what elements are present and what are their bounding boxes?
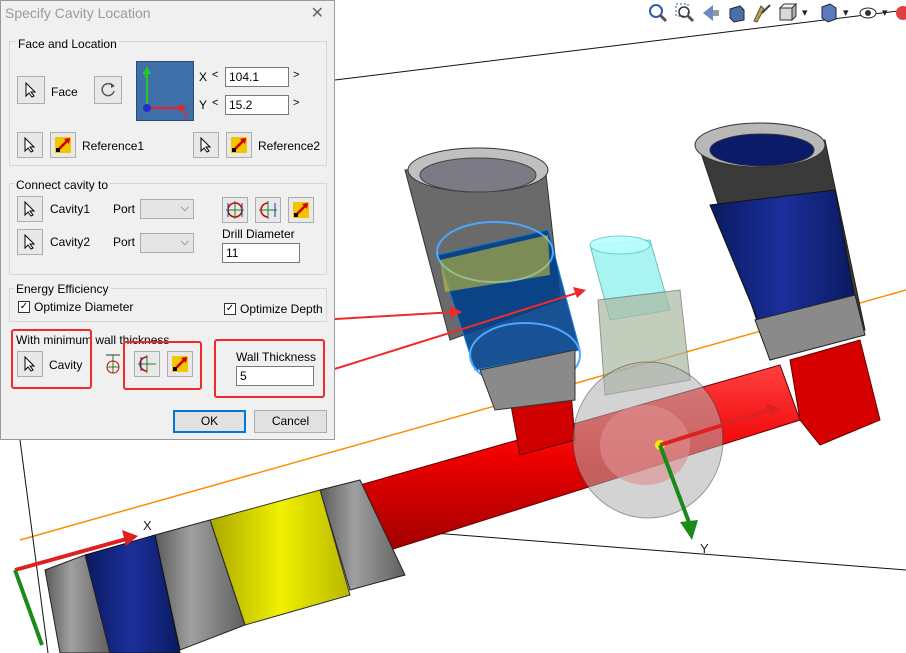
y-increment-arrow-icon[interactable]: >: [293, 97, 299, 109]
drill-half-cross-icon: [259, 201, 277, 219]
chevron-down-icon: ⌵: [180, 202, 189, 214]
cursor-arrow-icon: [24, 234, 36, 250]
cancel-button[interactable]: Cancel: [254, 410, 327, 433]
select-cavity2-button[interactable]: [17, 229, 43, 255]
reference2-label: Reference2: [258, 139, 321, 153]
select-cavity1-button[interactable]: [17, 196, 43, 222]
cursor-arrow-icon: [24, 201, 36, 217]
drill-option1-button[interactable]: [222, 197, 248, 223]
port2-select[interactable]: ⌵: [140, 233, 194, 253]
svg-text:Y: Y: [142, 70, 148, 80]
close-icon[interactable]: ✕: [311, 3, 324, 23]
x-decrement-arrow-icon[interactable]: <: [212, 69, 218, 81]
left-axis-x-label: X: [143, 518, 152, 533]
highlight-cavity-box: [11, 329, 92, 389]
y-label: Y: [199, 98, 208, 112]
zoom-fit-icon[interactable]: [648, 3, 668, 23]
view-orientation-dropdown-icon[interactable]: ▾: [802, 6, 808, 19]
ok-button[interactable]: OK: [173, 410, 246, 433]
optimize-depth-checkbox[interactable]: ✓: [224, 303, 236, 315]
chevron-down-icon: ⌵: [180, 236, 189, 248]
cavity2-label: Cavity2: [50, 235, 91, 249]
port2-label: Port: [113, 235, 136, 249]
view-orientation-icon[interactable]: [778, 2, 798, 23]
highlight-wall-thickness-box: [214, 339, 325, 398]
connect-cavity-group-label: Connect cavity to: [14, 178, 111, 192]
face-location-group-label: Face and Location: [16, 37, 119, 51]
section-view-icon[interactable]: [727, 3, 747, 23]
coordinate-preview: Y X: [136, 61, 194, 121]
select-reference2-button[interactable]: [193, 132, 219, 158]
port1-label: Port: [113, 202, 136, 216]
cursor-arrow-icon: [25, 82, 37, 98]
optimize-diameter-label: Optimize Diameter: [34, 300, 134, 314]
select-reference1-button[interactable]: [17, 132, 43, 158]
drill-pick-button[interactable]: [288, 197, 314, 223]
x-field[interactable]: 104.1: [225, 67, 289, 87]
y-decrement-arrow-icon[interactable]: <: [212, 97, 218, 109]
right-cylinder: [694, 122, 866, 361]
drill-cross-icon: [226, 201, 244, 219]
appearance-icon[interactable]: [893, 3, 906, 23]
highlight-options-box: [123, 341, 202, 390]
specify-cavity-location-dialog: Specify Cavity Location ✕ Face and Locat…: [0, 0, 335, 440]
cursor-arrow-icon: [200, 137, 212, 153]
svg-text:X: X: [183, 110, 189, 120]
energy-efficiency-group-label: Energy Efficiency: [14, 282, 111, 296]
reference-pick-icon: [293, 202, 309, 218]
drill-diameter-label: Drill Diameter: [222, 227, 295, 241]
drill-diameter-field[interactable]: 11: [222, 243, 300, 263]
cavity1-label: Cavity1: [50, 202, 91, 216]
reference-pick-icon: [55, 137, 71, 153]
dynamic-annotation-icon[interactable]: [752, 3, 772, 23]
hide-show-icon[interactable]: [858, 3, 878, 23]
rotate-icon: [101, 82, 115, 97]
display-style-icon[interactable]: [818, 3, 838, 23]
sphere-axis-y-label: Y: [700, 541, 709, 556]
reference2-pick-button[interactable]: [226, 132, 252, 158]
y-field[interactable]: 15.2: [225, 95, 289, 115]
optimize-depth-label: Optimize Depth: [240, 302, 323, 316]
left-cavity-cylinder: [404, 147, 581, 411]
reference1-pick-button[interactable]: [50, 132, 76, 158]
x-label: X: [199, 70, 208, 84]
reset-orientation-button[interactable]: [94, 76, 122, 104]
display-style-dropdown-icon[interactable]: ▾: [843, 6, 849, 19]
cursor-arrow-icon: [24, 137, 36, 153]
x-increment-arrow-icon[interactable]: >: [293, 69, 299, 81]
port1-select[interactable]: ⌵: [140, 199, 194, 219]
reference-pick-icon: [231, 137, 247, 153]
dialog-title: Specify Cavity Location: [5, 5, 151, 21]
drill-option2-button[interactable]: [255, 197, 281, 223]
hide-show-dropdown-icon[interactable]: ▾: [882, 6, 888, 19]
left-segmented-pipe: [44, 479, 406, 653]
xy-axis-preview-icon: Y X: [142, 66, 189, 120]
reference1-label: Reference1: [82, 139, 145, 153]
previous-view-icon[interactable]: [701, 3, 721, 23]
optimize-diameter-checkbox[interactable]: ✓: [18, 301, 30, 313]
select-face-button[interactable]: [17, 76, 45, 104]
face-label: Face: [51, 85, 78, 99]
zoom-area-icon[interactable]: [675, 3, 695, 23]
wall-measure-icon: [106, 354, 120, 374]
